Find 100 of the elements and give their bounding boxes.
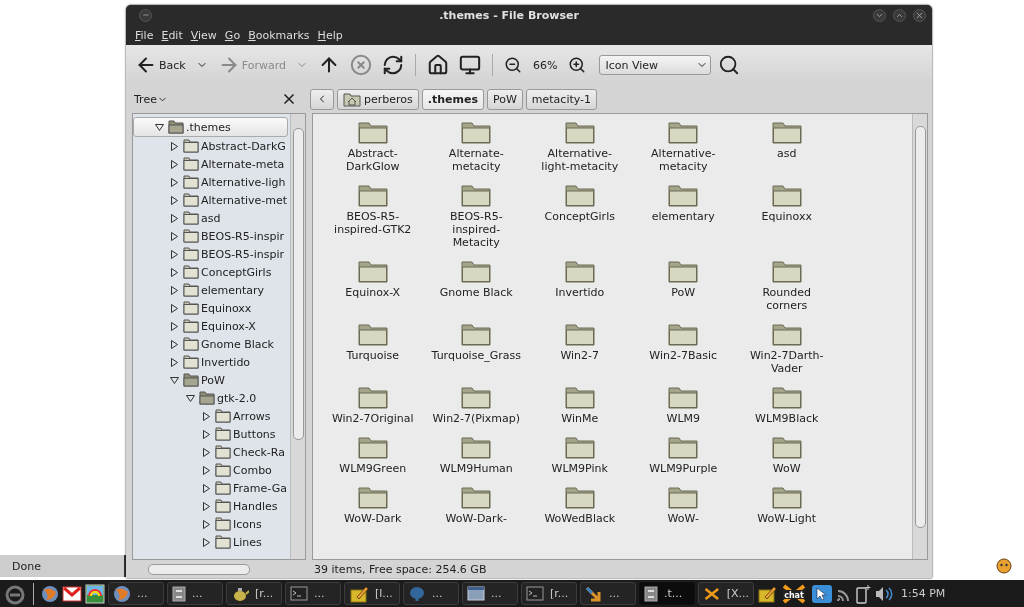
folder-item[interactable]: Alternate-metacity bbox=[424, 120, 528, 183]
folder-item[interactable]: Win2-7(Pixmap) bbox=[424, 385, 528, 435]
folder-item[interactable]: Win2-7 bbox=[528, 322, 632, 385]
task-button[interactable]: ... bbox=[285, 582, 341, 605]
task-button[interactable]: [X... bbox=[698, 582, 754, 605]
path-button[interactable]: metacity-1 bbox=[525, 88, 598, 110]
window-menu-button[interactable] bbox=[139, 8, 152, 22]
folder-item[interactable]: WLM9Black bbox=[735, 385, 839, 435]
tree-item-label: Combo bbox=[233, 463, 272, 477]
minimize-button[interactable] bbox=[873, 8, 886, 22]
tree-row[interactable]: Invertido bbox=[133, 353, 290, 371]
task-button[interactable]: ... bbox=[403, 582, 459, 605]
task-button[interactable]: .t... bbox=[639, 582, 695, 605]
scrollbar[interactable] bbox=[912, 114, 927, 559]
path-button[interactable]: PoW bbox=[486, 88, 523, 110]
tree-item-label: asd bbox=[201, 211, 221, 225]
folder-item[interactable]: WLM9Purple bbox=[631, 435, 735, 485]
folder-icon bbox=[183, 373, 199, 387]
folder-item[interactable]: WoW-Dark bbox=[321, 485, 425, 535]
task-button[interactable]: ... bbox=[462, 582, 518, 605]
task-button[interactable]: ... bbox=[167, 582, 223, 605]
menu-item[interactable]: View bbox=[187, 28, 220, 42]
task-button[interactable]: [r... bbox=[226, 582, 282, 605]
menu-item[interactable]: Help bbox=[314, 28, 346, 42]
folder-item[interactable]: WLM9Human bbox=[424, 435, 528, 485]
task-button[interactable]: [r... bbox=[521, 582, 577, 605]
folder-item[interactable]: WoW- bbox=[631, 485, 735, 535]
tree-row[interactable]: Icons bbox=[133, 515, 290, 533]
close-button[interactable] bbox=[913, 8, 926, 22]
tree-row[interactable]: Gnome Black bbox=[133, 335, 290, 353]
tree-row[interactable]: Lines bbox=[133, 533, 290, 551]
path-button[interactable]: .themes bbox=[421, 88, 484, 110]
tree-row[interactable]: BEOS-R5-inspir bbox=[133, 245, 290, 263]
tree-row[interactable]: Handles bbox=[133, 497, 290, 515]
tree-row[interactable]: asd bbox=[133, 209, 290, 227]
globe-icon bbox=[113, 584, 131, 603]
folder-item[interactable]: Win2-7Darth-Vader bbox=[735, 322, 839, 385]
tree-row[interactable]: Equinoxx bbox=[133, 299, 290, 317]
menu-item[interactable]: Go bbox=[221, 28, 244, 42]
tree-row[interactable]: Abstract-DarkG bbox=[133, 137, 290, 155]
folder-item[interactable]: Turquoise_Grass bbox=[424, 322, 528, 385]
folder-item[interactable]: Win2-7Original bbox=[321, 385, 425, 435]
tree-row[interactable]: .themes bbox=[133, 117, 288, 137]
folder-item[interactable]: Alternative-metacity bbox=[631, 120, 735, 183]
sidebar-mode-dropdown[interactable]: Tree bbox=[134, 92, 168, 106]
folder-item[interactable]: BEOS-R5-inspired-GTK2 bbox=[321, 183, 425, 259]
folder-item[interactable]: WLM9Pink bbox=[528, 435, 632, 485]
tree-row[interactable]: Combo bbox=[133, 461, 290, 479]
folder-item[interactable]: Invertido bbox=[528, 259, 632, 322]
tree-row[interactable]: elementary bbox=[133, 281, 290, 299]
folder-item[interactable]: Gnome Black bbox=[424, 259, 528, 322]
menu-item[interactable]: Edit bbox=[158, 28, 186, 42]
folder-item[interactable]: BEOS-R5-inspired-Metacity bbox=[424, 183, 528, 259]
tree-row[interactable]: Frame-Ga bbox=[133, 479, 290, 497]
scrollbar[interactable] bbox=[290, 114, 305, 559]
tree-item-label: Alternative-ligh bbox=[201, 175, 286, 189]
tree-row[interactable]: Alternative-ligh bbox=[133, 173, 290, 191]
folder-item[interactable]: Win2-7Basic bbox=[631, 322, 735, 385]
folder-item[interactable]: WoW-Light bbox=[735, 485, 839, 535]
tree-row[interactable]: Equinox-X bbox=[133, 317, 290, 335]
folder-item[interactable]: Equinox-X bbox=[321, 259, 425, 322]
view-select[interactable]: Icon View bbox=[599, 55, 712, 75]
folder-icon bbox=[183, 265, 199, 279]
task-button[interactable]: [l... bbox=[344, 582, 400, 605]
menu-item[interactable]: Bookmarks bbox=[245, 28, 313, 42]
tree-row[interactable]: Buttons bbox=[133, 425, 290, 443]
folder-icon bbox=[183, 229, 199, 243]
folder-item[interactable]: Alternative-light-metacity bbox=[528, 120, 632, 183]
folder-item[interactable]: asd bbox=[735, 120, 839, 183]
folder-item[interactable]: Abstract-DarkGlow bbox=[321, 120, 425, 183]
scroll-left-button[interactable] bbox=[310, 88, 334, 110]
tree-row[interactable]: Alternate-meta bbox=[133, 155, 290, 173]
reload-icon bbox=[381, 54, 404, 76]
folder-item[interactable]: WoW-Dark- bbox=[424, 485, 528, 535]
folder-item[interactable]: WinMe bbox=[528, 385, 632, 435]
maximize-button[interactable] bbox=[893, 8, 906, 22]
folder-icon bbox=[357, 435, 388, 459]
menu-item[interactable]: File bbox=[132, 28, 157, 42]
tree-row[interactable]: ConceptGirls bbox=[133, 263, 290, 281]
folder-item[interactable]: Equinoxx bbox=[735, 183, 839, 259]
path-button[interactable]: perberos bbox=[337, 88, 419, 110]
back-button[interactable]: Back bbox=[132, 52, 189, 78]
folder-item[interactable]: ConceptGirls bbox=[528, 183, 632, 259]
folder-item[interactable]: WoW bbox=[735, 435, 839, 485]
folder-item[interactable]: Turquoise bbox=[321, 322, 425, 385]
tree-row[interactable]: gtk-2.0 bbox=[133, 389, 290, 407]
tree-row[interactable]: Check-Ra bbox=[133, 443, 290, 461]
folder-item[interactable]: WLM9Green bbox=[321, 435, 425, 485]
folder-item[interactable]: elementary bbox=[631, 183, 735, 259]
tree-row[interactable]: PoW bbox=[133, 371, 290, 389]
folder-item[interactable]: Rounded corners bbox=[735, 259, 839, 322]
task-button[interactable]: ... bbox=[108, 582, 164, 605]
task-button[interactable]: ... bbox=[580, 582, 636, 605]
folder-icon bbox=[771, 485, 802, 509]
tree-row[interactable]: BEOS-R5-inspir bbox=[133, 227, 290, 245]
tree-row[interactable]: Arrows bbox=[133, 407, 290, 425]
tree-row[interactable]: Alternative-met bbox=[133, 191, 290, 209]
folder-item[interactable]: WLM9 bbox=[631, 385, 735, 435]
folder-item[interactable]: PoW bbox=[631, 259, 735, 322]
folder-item[interactable]: WoWedBlack bbox=[528, 485, 632, 535]
